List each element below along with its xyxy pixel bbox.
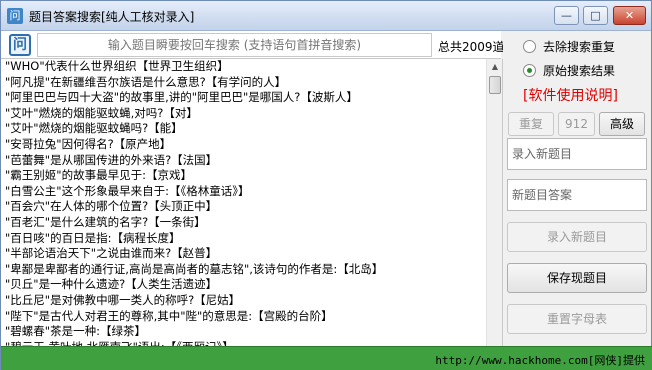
result-line[interactable]: "芭蕾舞"是从哪国传进的外来语?【法国】 bbox=[5, 153, 485, 169]
result-line[interactable]: "WHO"代表什么世界组织【世界卫生组织】 bbox=[5, 59, 485, 75]
results-area[interactable]: "WHO"代表什么世界组织【世界卫生组织】 "阿凡提"在新疆维吾尔族语是什么意思?… bbox=[1, 59, 503, 346]
result-line[interactable]: "阿里巴巴与四十大盗"的故事里,讲的"阿里巴巴"是哪国人?【波斯人】 bbox=[5, 90, 485, 106]
radio-raw[interactable] bbox=[523, 63, 536, 77]
new-question-field[interactable] bbox=[507, 138, 647, 170]
app-icon: 问 bbox=[7, 8, 23, 24]
enter-question-button[interactable]: 录入新题目 bbox=[507, 222, 647, 252]
result-line[interactable]: "阿凡提"在新疆维吾尔族语是什么意思?【有学问的人】 bbox=[5, 75, 485, 91]
advanced-button[interactable]: 高级 bbox=[599, 112, 645, 136]
window-title: 题目答案搜索[纯人工核对录入] bbox=[29, 10, 195, 24]
result-line[interactable]: "陛下"是古代人对君王的尊称,其中"陛"的意思是:【宫殿的台阶】 bbox=[5, 309, 485, 325]
result-line[interactable]: "艾叶"燃烧的烟能驱蚊蝇,对吗?【对】 bbox=[5, 106, 485, 122]
count-button[interactable]: 912 bbox=[558, 112, 595, 136]
dedupe-button[interactable]: 重复 bbox=[508, 112, 554, 136]
result-line[interactable]: "百日咳"的百日是指:【病程长度】 bbox=[5, 231, 485, 247]
save-question-button[interactable]: 保存现题目 bbox=[507, 263, 647, 293]
close-button[interactable]: ✕ bbox=[613, 6, 646, 25]
result-line[interactable]: "艾叶"燃烧的烟能驱蚊蝇吗?【能】 bbox=[5, 121, 485, 137]
option-raw[interactable]: 原始搜索结果 bbox=[523, 61, 615, 79]
new-answer-field[interactable] bbox=[507, 179, 647, 211]
result-line[interactable]: "安哥拉兔"因何得名?【原产地】 bbox=[5, 137, 485, 153]
footer-bar: http://www.hackhome.com[网侠]提供 bbox=[1, 346, 652, 370]
scroll-thumb[interactable] bbox=[489, 76, 501, 94]
result-line[interactable]: "百老汇"是什么建筑的名字?【一条街】 bbox=[5, 215, 485, 231]
result-line[interactable]: "碧螺春"茶是一种:【绿茶】 bbox=[5, 324, 485, 340]
radio-dedupe[interactable] bbox=[523, 39, 536, 53]
footer-credit[interactable]: http://www.hackhome.com[网侠]提供 bbox=[435, 352, 645, 368]
title-bar[interactable]: 问 题目答案搜索[纯人工核对录入] — □ ✕ bbox=[1, 1, 651, 31]
result-line[interactable]: "卑鄙是卑鄙者的通行证,高尚是高尚者的墓志铭",该诗句的作者是:【北岛】 bbox=[5, 262, 485, 278]
result-line[interactable]: "百会穴"在人体的哪个位置?【头顶正中】 bbox=[5, 199, 485, 215]
option-raw-label: 原始搜索结果 bbox=[543, 63, 616, 78]
result-line[interactable]: "霸王别姬"的故事最早见于:【京戏】 bbox=[5, 168, 485, 184]
total-count: 总共2009道 bbox=[438, 40, 505, 54]
search-bar: 问 总共2009道 bbox=[1, 31, 505, 59]
result-line[interactable]: "贝丘"是一种什么遗迹?【人类生活遗迹】 bbox=[5, 277, 485, 293]
result-line[interactable]: "半部论语治天下"之说由谁而来?【赵普】 bbox=[5, 246, 485, 262]
result-line[interactable]: "比丘尼"是对佛教中哪一类人的称呼?【尼姑】 bbox=[5, 293, 485, 309]
results-list: "WHO"代表什么世界组织【世界卫生组织】 "阿凡提"在新疆维吾尔族语是什么意思?… bbox=[5, 59, 485, 346]
app-window: 问 题目答案搜索[纯人工核对录入] — □ ✕ 问 总共2009道 "WHO"代… bbox=[0, 0, 652, 370]
search-input[interactable] bbox=[37, 33, 432, 57]
reset-alphabet-button[interactable]: 重置字母表 bbox=[507, 304, 647, 334]
option-dedupe[interactable]: 去除搜索重复 bbox=[523, 37, 615, 55]
control-panel: 去除搜索重复 原始搜索结果 [软件使用说明] 重复 912 高级 录入新题目 保… bbox=[503, 31, 651, 346]
question-icon: 问 bbox=[9, 34, 31, 56]
option-dedupe-label: 去除搜索重复 bbox=[543, 39, 616, 54]
result-line[interactable]: "白雪公主"这个形象最早来自于:【《格林童话》】 bbox=[5, 184, 485, 200]
help-link[interactable]: [软件使用说明] bbox=[523, 85, 618, 105]
scroll-up-arrow-icon[interactable]: ▲ bbox=[487, 59, 502, 75]
vertical-scrollbar[interactable]: ▲ bbox=[486, 59, 502, 346]
minimize-button[interactable]: — bbox=[554, 6, 579, 25]
maximize-button[interactable]: □ bbox=[583, 6, 608, 25]
